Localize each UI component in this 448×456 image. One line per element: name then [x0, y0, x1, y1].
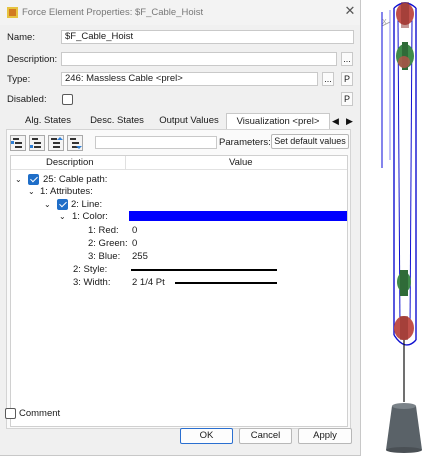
- apply-button[interactable]: Apply: [298, 428, 352, 444]
- svg-text:X: X: [382, 19, 387, 26]
- parameter-tree: Description Value ⌄ 25: Cable path: ⌄ 1:…: [10, 155, 348, 427]
- tab-alg-states[interactable]: Alg. States: [14, 113, 82, 130]
- weight-icon: [386, 403, 422, 453]
- disabled-checkbox[interactable]: [62, 94, 73, 105]
- tree-node-line[interactable]: 2: Line:: [71, 199, 102, 210]
- cable-path-checkbox[interactable]: [28, 174, 39, 185]
- collapse-tree-icon[interactable]: [29, 135, 45, 151]
- model-viewport[interactable]: X: [360, 0, 448, 456]
- close-icon[interactable]: ✕: [343, 4, 357, 18]
- color-collapse-icon[interactable]: ⌄: [59, 212, 66, 221]
- tree-node-style[interactable]: 2: Style:: [73, 264, 107, 275]
- disabled-parameter-button[interactable]: P: [341, 92, 353, 106]
- force-element-properties-dialog: Force Element Properties: $F_Cable_Hoist…: [0, 0, 361, 456]
- title-bar: Force Element Properties: $F_Cable_Hoist…: [0, 0, 360, 25]
- tab-desc-states[interactable]: Desc. States: [84, 113, 150, 130]
- move-up-icon[interactable]: [48, 135, 64, 151]
- top-pulley-icon: [396, 2, 414, 70]
- line-style-preview[interactable]: [131, 269, 277, 271]
- tab-scroll-left-icon[interactable]: ◀: [332, 113, 339, 129]
- tree-node-attributes[interactable]: 1: Attributes:: [40, 186, 93, 197]
- cable-path-collapse-icon[interactable]: ⌄: [15, 175, 22, 184]
- type-label: Type:: [7, 74, 31, 85]
- bottom-pulley-icon: [394, 270, 414, 340]
- move-down-icon[interactable]: [67, 135, 83, 151]
- tree-node-blue[interactable]: 3: Blue:: [88, 251, 120, 262]
- hoist-model-drawing: X: [381, 2, 422, 453]
- line-collapse-icon[interactable]: ⌄: [44, 200, 51, 209]
- comment-label: Comment: [19, 408, 61, 419]
- tab-visualization[interactable]: Visualization <prel>: [226, 113, 330, 130]
- tab-output-values[interactable]: Output Values: [152, 113, 226, 130]
- tree-node-cable-path[interactable]: 25: Cable path:: [43, 174, 107, 185]
- tab-strip: Alg. States Desc. States Output Values V…: [12, 113, 357, 130]
- description-field[interactable]: [61, 52, 337, 66]
- line-checkbox[interactable]: [57, 199, 68, 210]
- blue-value[interactable]: 255: [132, 251, 148, 262]
- visualization-panel: Parameters: Set default values Descripti…: [6, 129, 351, 429]
- parameter-search-input[interactable]: [95, 136, 217, 149]
- tab-scroll-right-icon[interactable]: ▶: [346, 113, 353, 129]
- description-label: Description:: [7, 54, 58, 65]
- set-default-values-button[interactable]: Set default values: [271, 134, 349, 149]
- cancel-button[interactable]: Cancel: [239, 428, 292, 444]
- name-field[interactable]: $F_Cable_Hoist: [61, 30, 354, 44]
- parameters-label: Parameters:: [219, 137, 271, 148]
- type-field[interactable]: 246: Massless Cable <prel>: [61, 72, 318, 86]
- axis-triad-icon: X: [381, 19, 391, 34]
- window-title: Force Element Properties: $F_Cable_Hoist: [22, 7, 204, 18]
- tree-header: Description Value: [11, 156, 347, 170]
- tree-node-width[interactable]: 3: Width:: [73, 277, 111, 288]
- attributes-collapse-icon[interactable]: ⌄: [28, 187, 35, 196]
- tree-node-color[interactable]: 1: Color:: [72, 211, 108, 222]
- green-value[interactable]: 0: [132, 238, 137, 249]
- column-description-header[interactable]: Description: [46, 157, 94, 168]
- name-label: Name:: [7, 32, 35, 43]
- width-value[interactable]: 2 1/4 Pt: [132, 277, 165, 288]
- type-parameter-button[interactable]: P: [341, 72, 353, 86]
- column-value-header[interactable]: Value: [229, 157, 253, 168]
- disabled-label: Disabled:: [7, 94, 47, 105]
- app-icon: [7, 7, 18, 18]
- description-browse-button[interactable]: ...: [341, 52, 353, 66]
- red-value[interactable]: 0: [132, 225, 137, 236]
- tree-node-green[interactable]: 2: Green:: [88, 238, 128, 249]
- tree-node-red[interactable]: 1: Red:: [88, 225, 119, 236]
- type-browse-button[interactable]: ...: [322, 72, 334, 86]
- expand-tree-icon[interactable]: [10, 135, 26, 151]
- color-swatch[interactable]: [129, 211, 347, 221]
- ok-button[interactable]: OK: [180, 428, 233, 444]
- line-width-preview: [175, 282, 277, 284]
- comment-checkbox[interactable]: [5, 408, 16, 419]
